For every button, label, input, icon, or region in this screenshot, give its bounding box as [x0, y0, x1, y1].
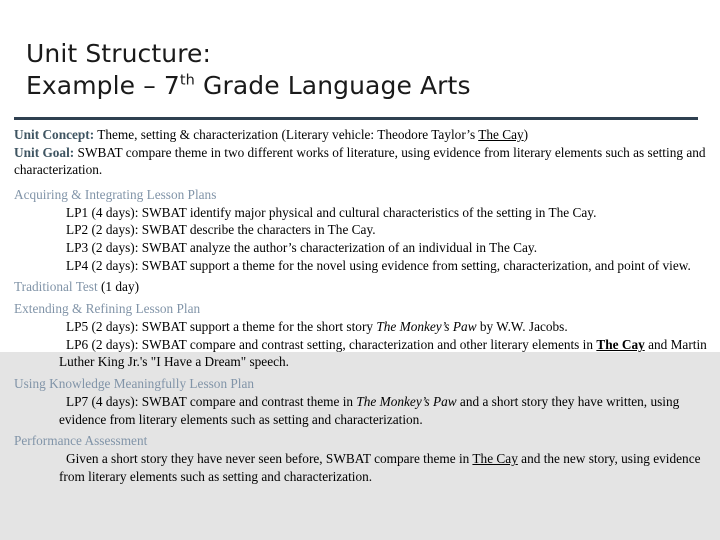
unit-concept-text-a: Theme, setting & characterization (Liter…	[94, 127, 479, 142]
title-ordinal-suffix: th	[179, 72, 195, 89]
unit-concept-work-title: The Cay	[478, 127, 524, 142]
pa-text-a: Given a short story they have never seen…	[66, 451, 473, 467]
lp6-work-title: The Cay	[596, 336, 645, 352]
performance-assessment-body: Given a short story they have never seen…	[14, 450, 714, 485]
lesson-plan-lp3: LP3 (2 days): SWBAT analyze the author’s…	[66, 239, 538, 255]
section-heading-extending: Extending & Refining Lesson Plan	[14, 301, 201, 317]
pa-work-title: The Cay	[472, 451, 518, 467]
lp5-work-title: The Monkey’s Paw	[376, 319, 477, 335]
lesson-plan-lp6: LP6 (2 days): SWBAT compare and contrast…	[14, 336, 714, 371]
unit-concept-text-b: )	[523, 127, 529, 142]
lesson-plan-lp5: LP5 (2 days): SWBAT support a theme for …	[14, 318, 714, 336]
section-heading-performance-assessment: Performance Assessment	[14, 433, 148, 449]
title-line-2-prefix: Example – 7	[26, 71, 180, 100]
lp6-text-a: LP6 (2 days): SWBAT compare and contrast…	[66, 336, 597, 352]
lp5-text-a: LP5 (2 days): SWBAT support a theme for …	[66, 319, 377, 335]
lesson-plan-lp7: LP7 (4 days): SWBAT compare and contrast…	[14, 393, 714, 428]
lesson-plan-lp2: LP2 (2 days): SWBAT describe the charact…	[66, 222, 376, 238]
lp7-work-title: The Monkey’s Paw	[356, 393, 457, 409]
slide-canvas: Unit Structure: Example – 7th Grade Lang…	[0, 0, 720, 540]
page-title: Unit Structure: Example – 7th Grade Lang…	[26, 38, 686, 102]
lesson-plan-lp4: LP4 (2 days): SWBAT support a theme for …	[66, 257, 691, 273]
unit-goal-line: Unit Goal: SWBAT compare theme in two di…	[14, 144, 714, 179]
traditional-test-duration: (1 day)	[97, 279, 140, 295]
lp5-text-b: by W.W. Jacobs.	[476, 319, 568, 335]
title-line-2: Example – 7th Grade Language Arts	[26, 70, 686, 102]
unit-structure-body: Unit Concept: Theme, setting & character…	[14, 126, 714, 485]
lesson-plan-lp1: LP1 (4 days): SWBAT identify major physi…	[66, 204, 597, 220]
traditional-test-label: Traditional Test	[14, 279, 98, 295]
lp7-text-a: LP7 (4 days): SWBAT compare and contrast…	[66, 393, 357, 409]
unit-goal-text: SWBAT compare theme in two different wor…	[14, 144, 706, 178]
section-heading-using-knowledge: Using Knowledge Meaningfully Lesson Plan	[14, 375, 255, 391]
section-heading-acquiring: Acquiring & Integrating Lesson Plans	[14, 186, 217, 202]
title-line-2-suffix: Grade Language Arts	[194, 71, 471, 100]
title-line-1: Unit Structure:	[26, 39, 212, 68]
unit-goal-label: Unit Goal:	[14, 144, 75, 160]
unit-concept-line: Unit Concept: Theme, setting & character…	[14, 126, 714, 144]
title-divider-rule	[14, 117, 698, 120]
unit-concept-label: Unit Concept:	[14, 127, 95, 142]
section-heading-traditional-test: Traditional Test (1 day)	[14, 278, 714, 296]
